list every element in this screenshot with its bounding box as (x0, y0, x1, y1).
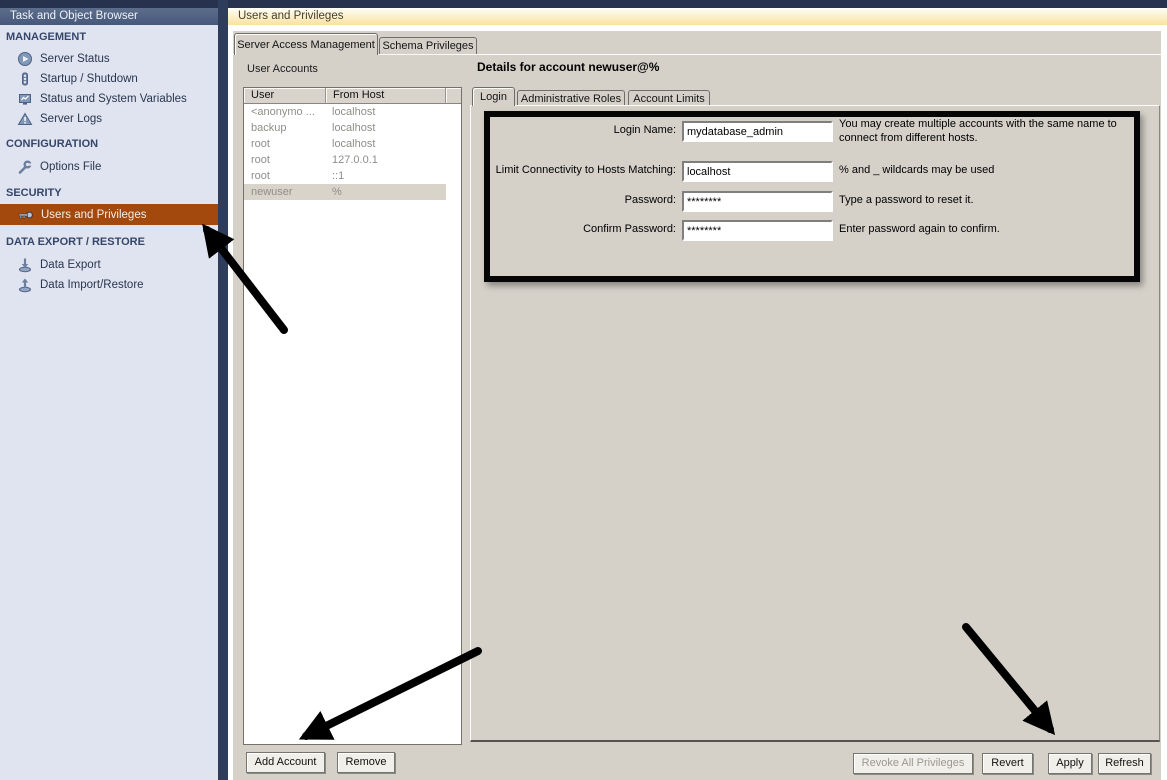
page-title-bar: Users and Privileges (228, 8, 1167, 25)
sidebar-item-status-system-variables[interactable]: Status and System Variables (0, 89, 218, 109)
server-logs-icon (17, 111, 33, 127)
sidebar-section-data-export-restore: DATA EXPORT / RESTORE (6, 236, 216, 250)
tab-account-limits[interactable]: Account Limits (628, 90, 710, 106)
sidebar-section-management: MANAGEMENT (6, 31, 216, 45)
key-icon (17, 207, 34, 223)
confirm-password-label: Confirm Password: (482, 223, 676, 235)
revert-button[interactable]: Revert (982, 753, 1033, 774)
sidebar-item-label: Data Import/Restore (40, 279, 144, 291)
sidebar-item-server-logs[interactable]: Server Logs (0, 109, 218, 129)
password-label: Password: (482, 194, 676, 206)
confirm-password-hint: Enter password again to confirm. (839, 223, 1139, 237)
column-header-user[interactable]: User (244, 88, 326, 104)
table-row[interactable]: root localhost (244, 136, 461, 152)
user-accounts-label: User Accounts (247, 63, 318, 75)
revoke-all-privileges-button[interactable]: Revoke All Privileges (853, 753, 973, 774)
limit-hosts-hint: % and _ wildcards may be used (839, 164, 1139, 178)
table-row[interactable]: <anonymo ... localhost (244, 104, 461, 120)
table-row[interactable]: backup localhost (244, 120, 461, 136)
refresh-button[interactable]: Refresh (1098, 753, 1151, 774)
sidebar-header: Task and Object Browser (0, 8, 218, 25)
table-row[interactable]: root ::1 (244, 168, 461, 184)
sidebar-splitter[interactable] (218, 0, 228, 780)
server-status-icon (17, 51, 33, 67)
sidebar-item-server-status[interactable]: Server Status (0, 49, 218, 69)
sidebar-section-configuration: CONFIGURATION (6, 138, 216, 152)
login-name-label: Login Name: (482, 124, 676, 136)
add-account-button[interactable]: Add Account (246, 752, 325, 773)
table-row-selected[interactable]: newuser % (244, 184, 461, 200)
password-hint: Type a password to reset it. (839, 194, 1139, 208)
app-window: Task and Object Browser MANAGEMENT Serve… (0, 0, 1167, 780)
window-top-strip (0, 0, 1167, 8)
sidebar-item-label: Data Export (40, 259, 101, 271)
sidebar-item-label: Status and System Variables (40, 93, 187, 105)
tab-server-access-management[interactable]: Server Access Management (234, 33, 378, 55)
login-name-input[interactable] (682, 121, 833, 142)
tab-schema-privileges[interactable]: Schema Privileges (379, 37, 477, 54)
table-header: User From Host (244, 88, 461, 104)
apply-button[interactable]: Apply (1048, 753, 1092, 774)
remove-button[interactable]: Remove (337, 752, 395, 773)
sidebar-item-label: Options File (40, 161, 101, 173)
tab-administrative-roles[interactable]: Administrative Roles (517, 90, 625, 106)
sidebar-item-options-file[interactable]: Options File (0, 157, 218, 177)
limit-hosts-input[interactable] (682, 161, 833, 182)
tab-login[interactable]: Login (472, 87, 515, 106)
column-header-from-host[interactable]: From Host (326, 88, 446, 104)
status-system-variables-icon (17, 91, 33, 107)
sidebar-section-security: SECURITY (6, 187, 216, 201)
sidebar-item-label: Server Logs (40, 113, 102, 125)
sidebar-item-data-import-restore[interactable]: Data Import/Restore (0, 275, 218, 295)
table-row[interactable]: root 127.0.0.1 (244, 152, 461, 168)
column-header-spacer (446, 88, 461, 104)
user-accounts-list: User From Host <anonymo ... localhost ba… (243, 87, 462, 745)
sidebar-item-label: Server Status (40, 53, 110, 65)
login-name-hint: You may create multiple accounts with th… (839, 118, 1139, 145)
password-input[interactable] (682, 191, 833, 212)
confirm-password-input[interactable] (682, 220, 833, 241)
sidebar-item-startup-shutdown[interactable]: Startup / Shutdown (0, 69, 218, 89)
startup-shutdown-icon (17, 71, 33, 87)
sidebar-item-users-and-privileges[interactable]: Users and Privileges (0, 204, 218, 225)
limit-hosts-label: Limit Connectivity to Hosts Matching: (482, 164, 676, 176)
wrench-icon (17, 159, 33, 175)
details-heading: Details for account newuser@% (477, 60, 659, 74)
sidebar-item-data-export[interactable]: Data Export (0, 255, 218, 275)
data-import-icon (17, 277, 33, 293)
sidebar-item-label: Startup / Shutdown (40, 73, 138, 85)
sidebar-item-label: Users and Privileges (41, 209, 146, 221)
data-export-icon (17, 257, 33, 273)
